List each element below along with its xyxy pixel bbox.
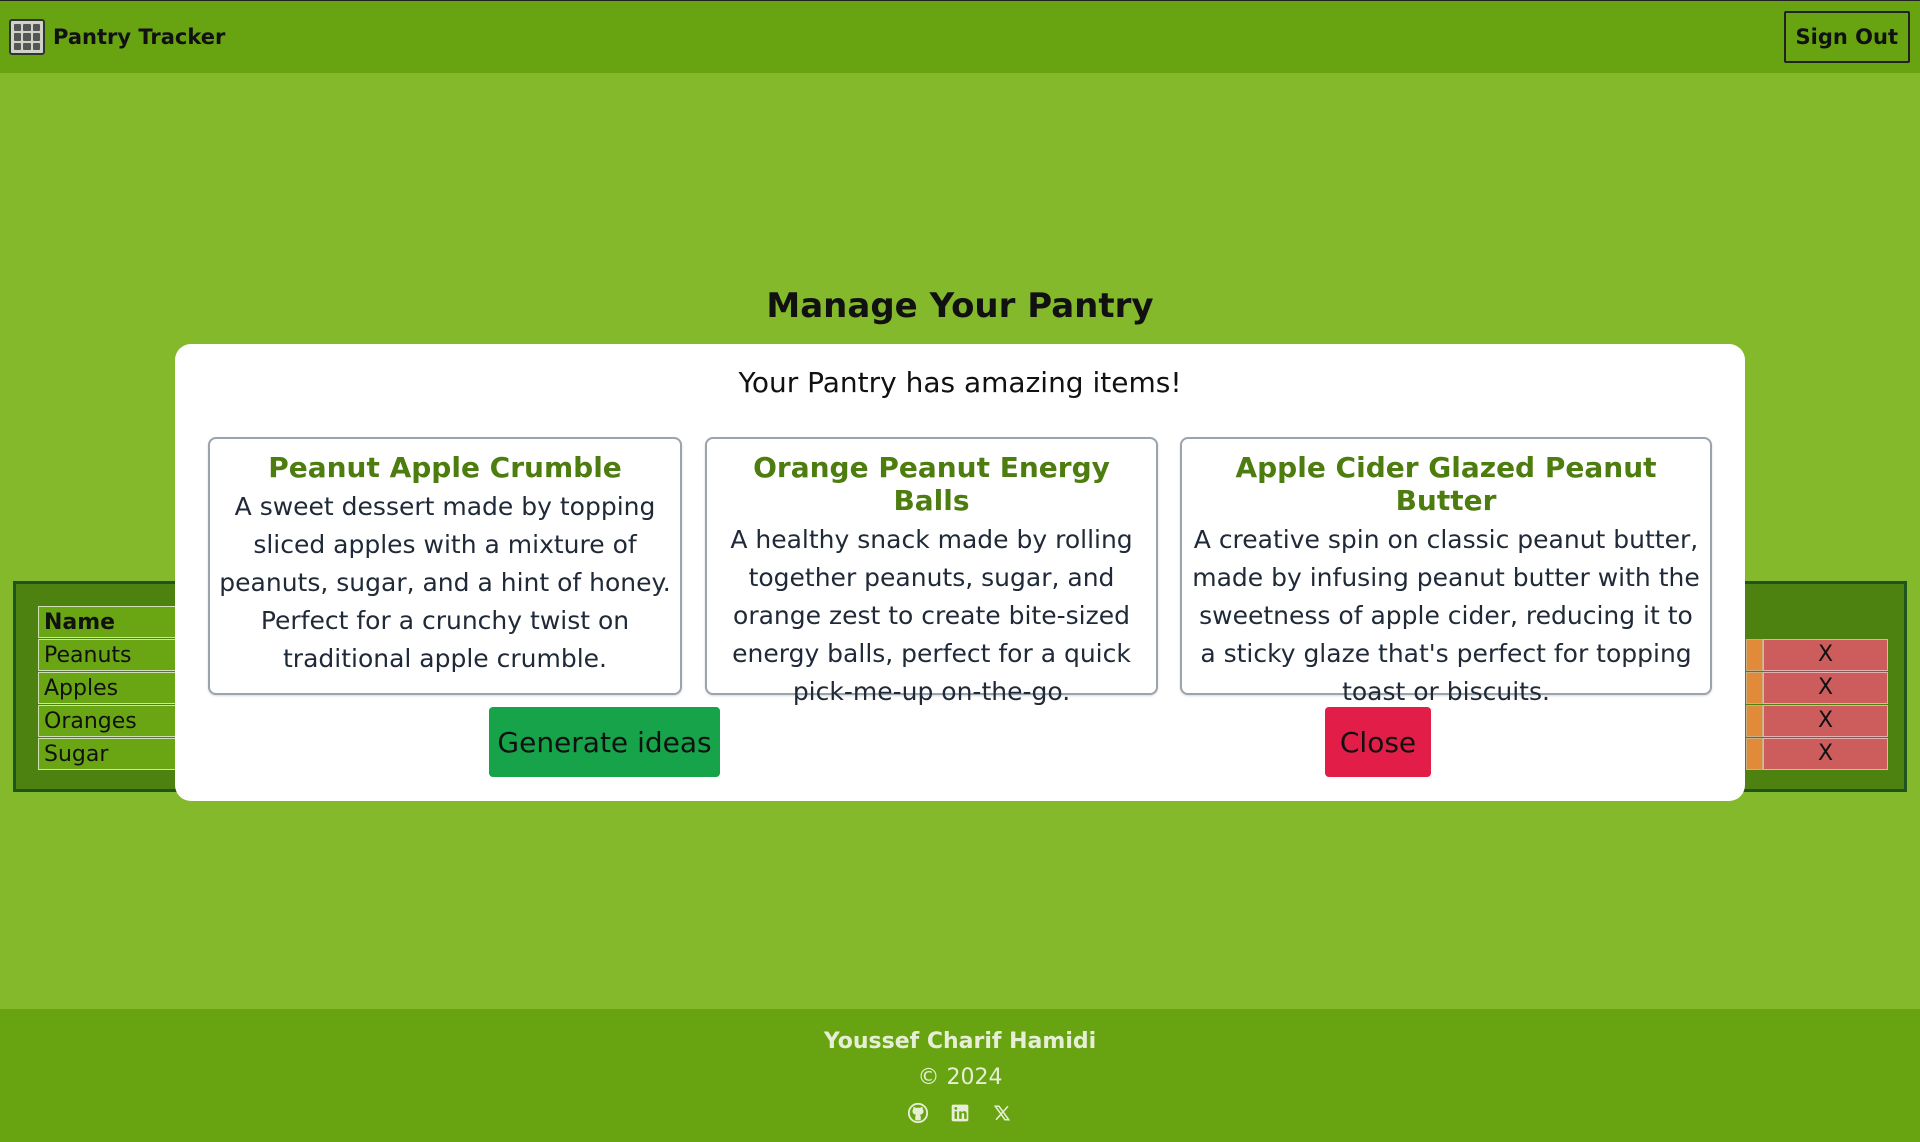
app-header: Pantry Tracker Sign Out (0, 0, 1920, 73)
app-title: Pantry Tracker (53, 25, 226, 49)
edit-cell[interactable] (1746, 738, 1763, 770)
linkedin-icon[interactable] (948, 1101, 972, 1125)
table-row: Sugar (38, 738, 188, 770)
delete-button[interactable]: X (1763, 738, 1888, 770)
edit-cell[interactable] (1746, 705, 1763, 737)
recipe-ideas-modal: Your Pantry has amazing items! Peanut Ap… (175, 344, 1745, 801)
x-icon[interactable] (990, 1101, 1014, 1125)
table-row: Peanuts (38, 639, 188, 671)
edit-cell[interactable] (1746, 639, 1763, 671)
delete-button[interactable]: X (1763, 672, 1888, 704)
recipe-description: A creative spin on classic peanut butter… (1192, 525, 1700, 706)
name-column: Name Peanuts Apples Oranges Sugar (38, 606, 188, 771)
pantry-shelf-icon (9, 19, 45, 55)
column-header-name: Name (38, 606, 188, 638)
delete-button[interactable]: X (1763, 639, 1888, 671)
social-links (0, 1101, 1920, 1125)
delete-column: X X X X (1763, 639, 1888, 771)
recipe-title: Apple Cider Glazed Peanut Butter (1235, 451, 1657, 517)
footer: Youssef Charif Hamidi © 2024 (0, 1009, 1920, 1142)
page-title: Manage Your Pantry (766, 286, 1154, 326)
github-icon[interactable] (906, 1101, 930, 1125)
edit-cell[interactable] (1746, 672, 1763, 704)
table-row: Apples (38, 672, 188, 704)
modal-title: Your Pantry has amazing items! (738, 366, 1182, 399)
action-column (1746, 639, 1763, 771)
recipe-title: Peanut Apple Crumble (268, 451, 622, 484)
sign-out-button[interactable]: Sign Out (1783, 11, 1910, 63)
recipe-description: A sweet dessert made by topping sliced a… (219, 492, 671, 673)
brand: Pantry Tracker (9, 19, 225, 55)
author-name: Youssef Charif Hamidi (823, 1029, 1097, 1054)
recipe-description: A healthy snack made by rolling together… (730, 525, 1133, 706)
close-button[interactable]: Close (1325, 707, 1431, 777)
copyright: © 2024 (917, 1065, 1003, 1090)
generate-ideas-button[interactable]: Generate ideas (489, 707, 720, 777)
table-row: Oranges (38, 705, 188, 737)
recipe-card: Peanut Apple Crumble A sweet dessert mad… (208, 437, 682, 695)
recipe-title: Orange Peanut Energy Balls (753, 451, 1110, 517)
delete-button[interactable]: X (1763, 705, 1888, 737)
recipe-card: Orange Peanut Energy Balls A healthy sna… (705, 437, 1158, 706)
recipe-card: Apple Cider Glazed Peanut Butter A creat… (1180, 437, 1712, 706)
